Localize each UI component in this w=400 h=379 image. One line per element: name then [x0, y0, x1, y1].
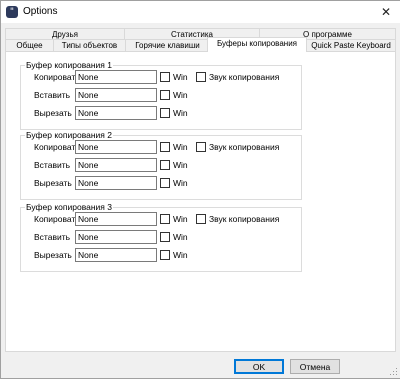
ok-button[interactable]: OK	[234, 359, 284, 374]
copy-hotkey-field[interactable]: None	[75, 70, 157, 84]
window-title: Options	[23, 6, 58, 17]
copy-buffer-group-2: Буфер копирования 2 Копировать None Win …	[20, 130, 302, 200]
copy-sound-checkbox[interactable]	[196, 72, 206, 82]
paste-label: Вставить	[34, 232, 71, 242]
paste-hotkey-field[interactable]: None	[75, 158, 157, 172]
paste-hotkey-field[interactable]: None	[75, 88, 157, 102]
win-label: Win	[173, 178, 188, 188]
copy-win-checkbox[interactable]	[160, 72, 170, 82]
win-label: Win	[173, 142, 188, 152]
title-bar[interactable]: " Options ✕	[1, 1, 400, 23]
paste-win-checkbox[interactable]	[160, 90, 170, 100]
paste-label: Вставить	[34, 90, 71, 100]
group-title: Буфер копирования 3	[25, 202, 113, 212]
paste-hotkey-field[interactable]: None	[75, 230, 157, 244]
paste-label: Вставить	[34, 160, 71, 170]
copy-label: Копировать	[34, 72, 80, 82]
cut-label: Вырезать	[34, 178, 72, 188]
group-title: Буфер копирования 1	[25, 60, 113, 70]
cancel-button[interactable]: Отмена	[290, 359, 340, 374]
win-label: Win	[173, 108, 188, 118]
copy-hotkey-field[interactable]: None	[75, 140, 157, 154]
paste-win-checkbox[interactable]	[160, 232, 170, 242]
win-label: Win	[173, 72, 188, 82]
cut-win-checkbox[interactable]	[160, 178, 170, 188]
resize-grip-icon[interactable]	[390, 368, 398, 376]
copy-win-checkbox[interactable]	[160, 142, 170, 152]
cut-label: Вырезать	[34, 250, 72, 260]
copy-buffer-group-1: Буфер копирования 1 Копировать None Win …	[20, 60, 302, 130]
copy-hotkey-field[interactable]: None	[75, 212, 157, 226]
cut-hotkey-field[interactable]: None	[75, 248, 157, 262]
cut-hotkey-field[interactable]: None	[75, 176, 157, 190]
cut-label: Вырезать	[34, 108, 72, 118]
copy-sound-label: Звук копирования	[209, 142, 280, 152]
win-label: Win	[173, 250, 188, 260]
group-title: Буфер копирования 2	[25, 130, 113, 140]
win-label: Win	[173, 232, 188, 242]
options-window: " Options ✕ Друзья Статистика О программ…	[0, 0, 400, 379]
copy-sound-checkbox[interactable]	[196, 142, 206, 152]
copy-buffer-group-3: Буфер копирования 3 Копировать None Win …	[20, 202, 302, 272]
close-icon[interactable]: ✕	[372, 1, 400, 23]
copy-win-checkbox[interactable]	[160, 214, 170, 224]
app-icon: "	[6, 6, 18, 18]
paste-win-checkbox[interactable]	[160, 160, 170, 170]
copy-buffers-panel: Буфер копирования 1 Копировать None Win …	[5, 51, 396, 352]
cut-win-checkbox[interactable]	[160, 250, 170, 260]
cut-hotkey-field[interactable]: None	[75, 106, 157, 120]
cut-win-checkbox[interactable]	[160, 108, 170, 118]
copy-label: Копировать	[34, 142, 80, 152]
copy-sound-label: Звук копирования	[209, 72, 280, 82]
tab-copy-buffers[interactable]: Буферы копирования	[207, 37, 307, 52]
copy-sound-label: Звук копирования	[209, 214, 280, 224]
win-label: Win	[173, 214, 188, 224]
copy-sound-checkbox[interactable]	[196, 214, 206, 224]
copy-label: Копировать	[34, 214, 80, 224]
win-label: Win	[173, 160, 188, 170]
win-label: Win	[173, 90, 188, 100]
